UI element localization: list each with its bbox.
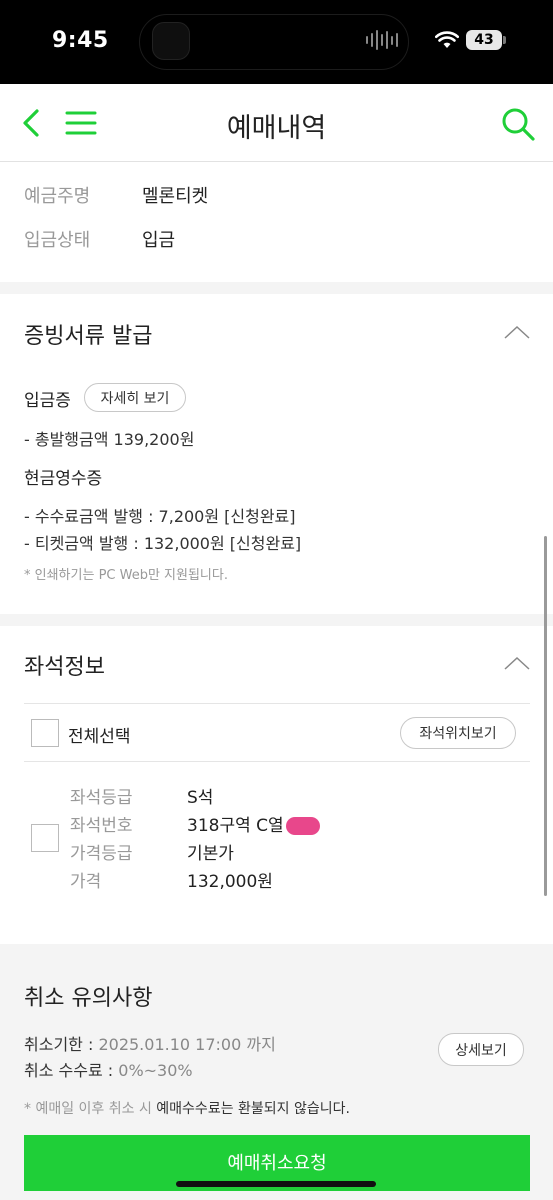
- proof-docs-title: 증빙서류 발급: [24, 324, 153, 349]
- cancel-deadline-label: 취소기한 :: [24, 1035, 94, 1054]
- deposit-status-row: 입금상태 입금: [24, 226, 175, 252]
- ticket-receipt-line: - 티켓금액 발행 : 132,000원 [신청완료]: [24, 534, 302, 553]
- price-label: 가격: [70, 872, 102, 892]
- cancel-detail-button[interactable]: 상세보기: [438, 1033, 524, 1066]
- depositor-row: 예금주명 멜론티켓: [24, 182, 208, 208]
- select-all-checkbox[interactable]: [31, 719, 59, 747]
- chevron-up-icon[interactable]: [503, 655, 531, 671]
- select-all-label: 전체선택: [68, 727, 131, 747]
- app-header: 예매내역: [0, 84, 553, 162]
- total-amount-line: - 총발행금액 139,200원: [24, 430, 195, 449]
- price-value: 132,000원: [187, 872, 273, 892]
- deposit-detail-button[interactable]: 자세히 보기: [84, 383, 186, 412]
- deposit-status-label: 입금상태: [24, 230, 91, 251]
- battery-cap: [503, 36, 506, 44]
- seat-checkbox[interactable]: [31, 824, 59, 852]
- seat-number-label: 좌석번호: [70, 816, 133, 836]
- price-grade-value: 기본가: [187, 844, 234, 864]
- status-bar: 9:45 43: [0, 0, 553, 84]
- cancel-fee-value: 0%~30%: [118, 1061, 193, 1080]
- seat-info-title: 좌석정보: [24, 655, 105, 680]
- cancel-note-emphasis: 예매수수료는 환불되지 않습니다.: [156, 1101, 350, 1117]
- seat-grade-label: 좌석등급: [70, 788, 133, 808]
- cancel-deadline-line: 취소기한 : 2025.01.10 17:00 까지: [24, 1031, 276, 1055]
- print-note: * 인쇄하기는 PC Web만 지원됩니다.: [24, 568, 228, 583]
- cancel-notice-title: 취소 유의사항: [24, 986, 153, 1011]
- battery-icon: 43: [466, 30, 502, 50]
- section-divider: [0, 614, 553, 626]
- seat-number-value: 318구역 C열: [187, 816, 284, 836]
- chevron-up-icon[interactable]: [503, 324, 531, 340]
- home-indicator: [176, 1181, 376, 1187]
- cancel-note-prefix: * 예매일 이후 취소 시: [24, 1101, 157, 1117]
- deposit-cert-label: 입금증: [24, 391, 71, 411]
- divider: [24, 761, 530, 762]
- redaction-mark: [285, 817, 320, 835]
- scrollbar[interactable]: [544, 536, 547, 896]
- search-icon[interactable]: [500, 106, 536, 142]
- wifi-icon: [435, 31, 459, 48]
- cash-receipt-label: 현금영수증: [24, 469, 103, 489]
- section-divider: [0, 282, 553, 294]
- divider: [24, 703, 530, 704]
- status-time: 9:45: [52, 28, 109, 53]
- cancel-fee-line: 취소 수수료 : 0%~30%: [24, 1057, 193, 1081]
- fee-receipt-line: - 수수료금액 발행 : 7,200원 [신청완료]: [24, 507, 296, 526]
- price-grade-label: 가격등급: [70, 844, 133, 864]
- island-camera-icon: [152, 22, 190, 60]
- cancel-deadline-value: 2025.01.10 17:00 까지: [98, 1035, 276, 1054]
- seat-grade-value: S석: [187, 788, 214, 808]
- page-title: 예매내역: [226, 113, 327, 144]
- audio-wave-icon: [366, 30, 398, 50]
- seat-map-button[interactable]: 좌석위치보기: [400, 717, 516, 749]
- deposit-status-value: 입금: [142, 230, 176, 251]
- seat-number-row: 318구역 C열: [187, 811, 320, 836]
- depositor-label: 예금주명: [24, 186, 91, 207]
- cancel-note: * 예매일 이후 취소 시 예매수수료는 환불되지 않습니다.: [24, 1098, 350, 1118]
- depositor-value: 멜론티켓: [142, 186, 209, 207]
- cancel-fee-label: 취소 수수료 :: [24, 1061, 114, 1080]
